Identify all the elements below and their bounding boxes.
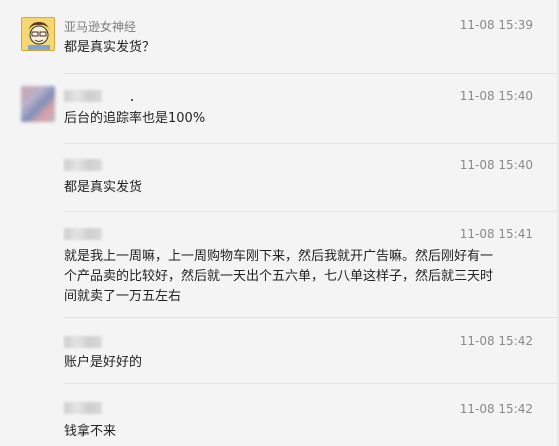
message-text-line: 个产品卖的比较好，然后就一天出个五六单，七八单这样子，然后就三天时 <box>64 269 494 284</box>
chat-message: 亚马逊女神经 11-08 15:39 都是真实发货？ <box>0 0 559 74</box>
message-text[interactable]: 都是真实发货？ <box>64 38 534 58</box>
message-text[interactable]: 都是真实发货 <box>64 178 534 198</box>
sender-name-redacted <box>64 228 102 240</box>
user-avatar-icon[interactable] <box>21 86 55 122</box>
message-time: 11-08 15:40 <box>459 158 533 172</box>
message-text-line: 间就卖了一万五左右 <box>64 289 182 304</box>
sender-name-redacted <box>64 336 102 348</box>
sender-name-redacted <box>64 90 102 102</box>
chat-message: 11-08 15:41 就是我上一周嘛，上一周购物车刚下来，然后我就开广告嘛。然… <box>0 212 559 318</box>
user-avatar-icon[interactable] <box>21 17 55 51</box>
chat-message: 11-08 15:42 钱拿不来 <box>0 384 559 446</box>
message-text-line: 就是我上一周嘛，上一周购物车刚下来，然后我就开广告嘛。然后刚好有一 <box>64 249 494 264</box>
message-text[interactable]: 账户是好好的 <box>64 353 534 373</box>
message-text[interactable]: 就是我上一周嘛，上一周购物车刚下来，然后我就开广告嘛。然后刚好有一 个产品卖的比… <box>64 247 534 307</box>
stray-dot-mark <box>131 99 133 101</box>
message-text[interactable]: 钱拿不来 <box>64 422 534 442</box>
sender-name-redacted <box>64 402 102 414</box>
message-time: 11-08 15:42 <box>459 334 533 348</box>
message-time: 11-08 15:40 <box>459 89 533 103</box>
sender-name-redacted <box>64 159 102 171</box>
message-text[interactable]: 后台的追踪率也是100% <box>64 109 534 129</box>
chat-message: 11-08 15:40 都是真实发货 <box>0 144 559 212</box>
chat-message: 11-08 15:40 后台的追踪率也是100% <box>0 74 559 144</box>
message-time: 11-08 15:41 <box>459 227 533 241</box>
sender-name: 亚马逊女神经 <box>64 20 137 34</box>
message-time: 11-08 15:42 <box>459 402 533 416</box>
message-time: 11-08 15:39 <box>459 18 533 32</box>
chat-message: 11-08 15:42 账户是好好的 <box>0 318 559 384</box>
